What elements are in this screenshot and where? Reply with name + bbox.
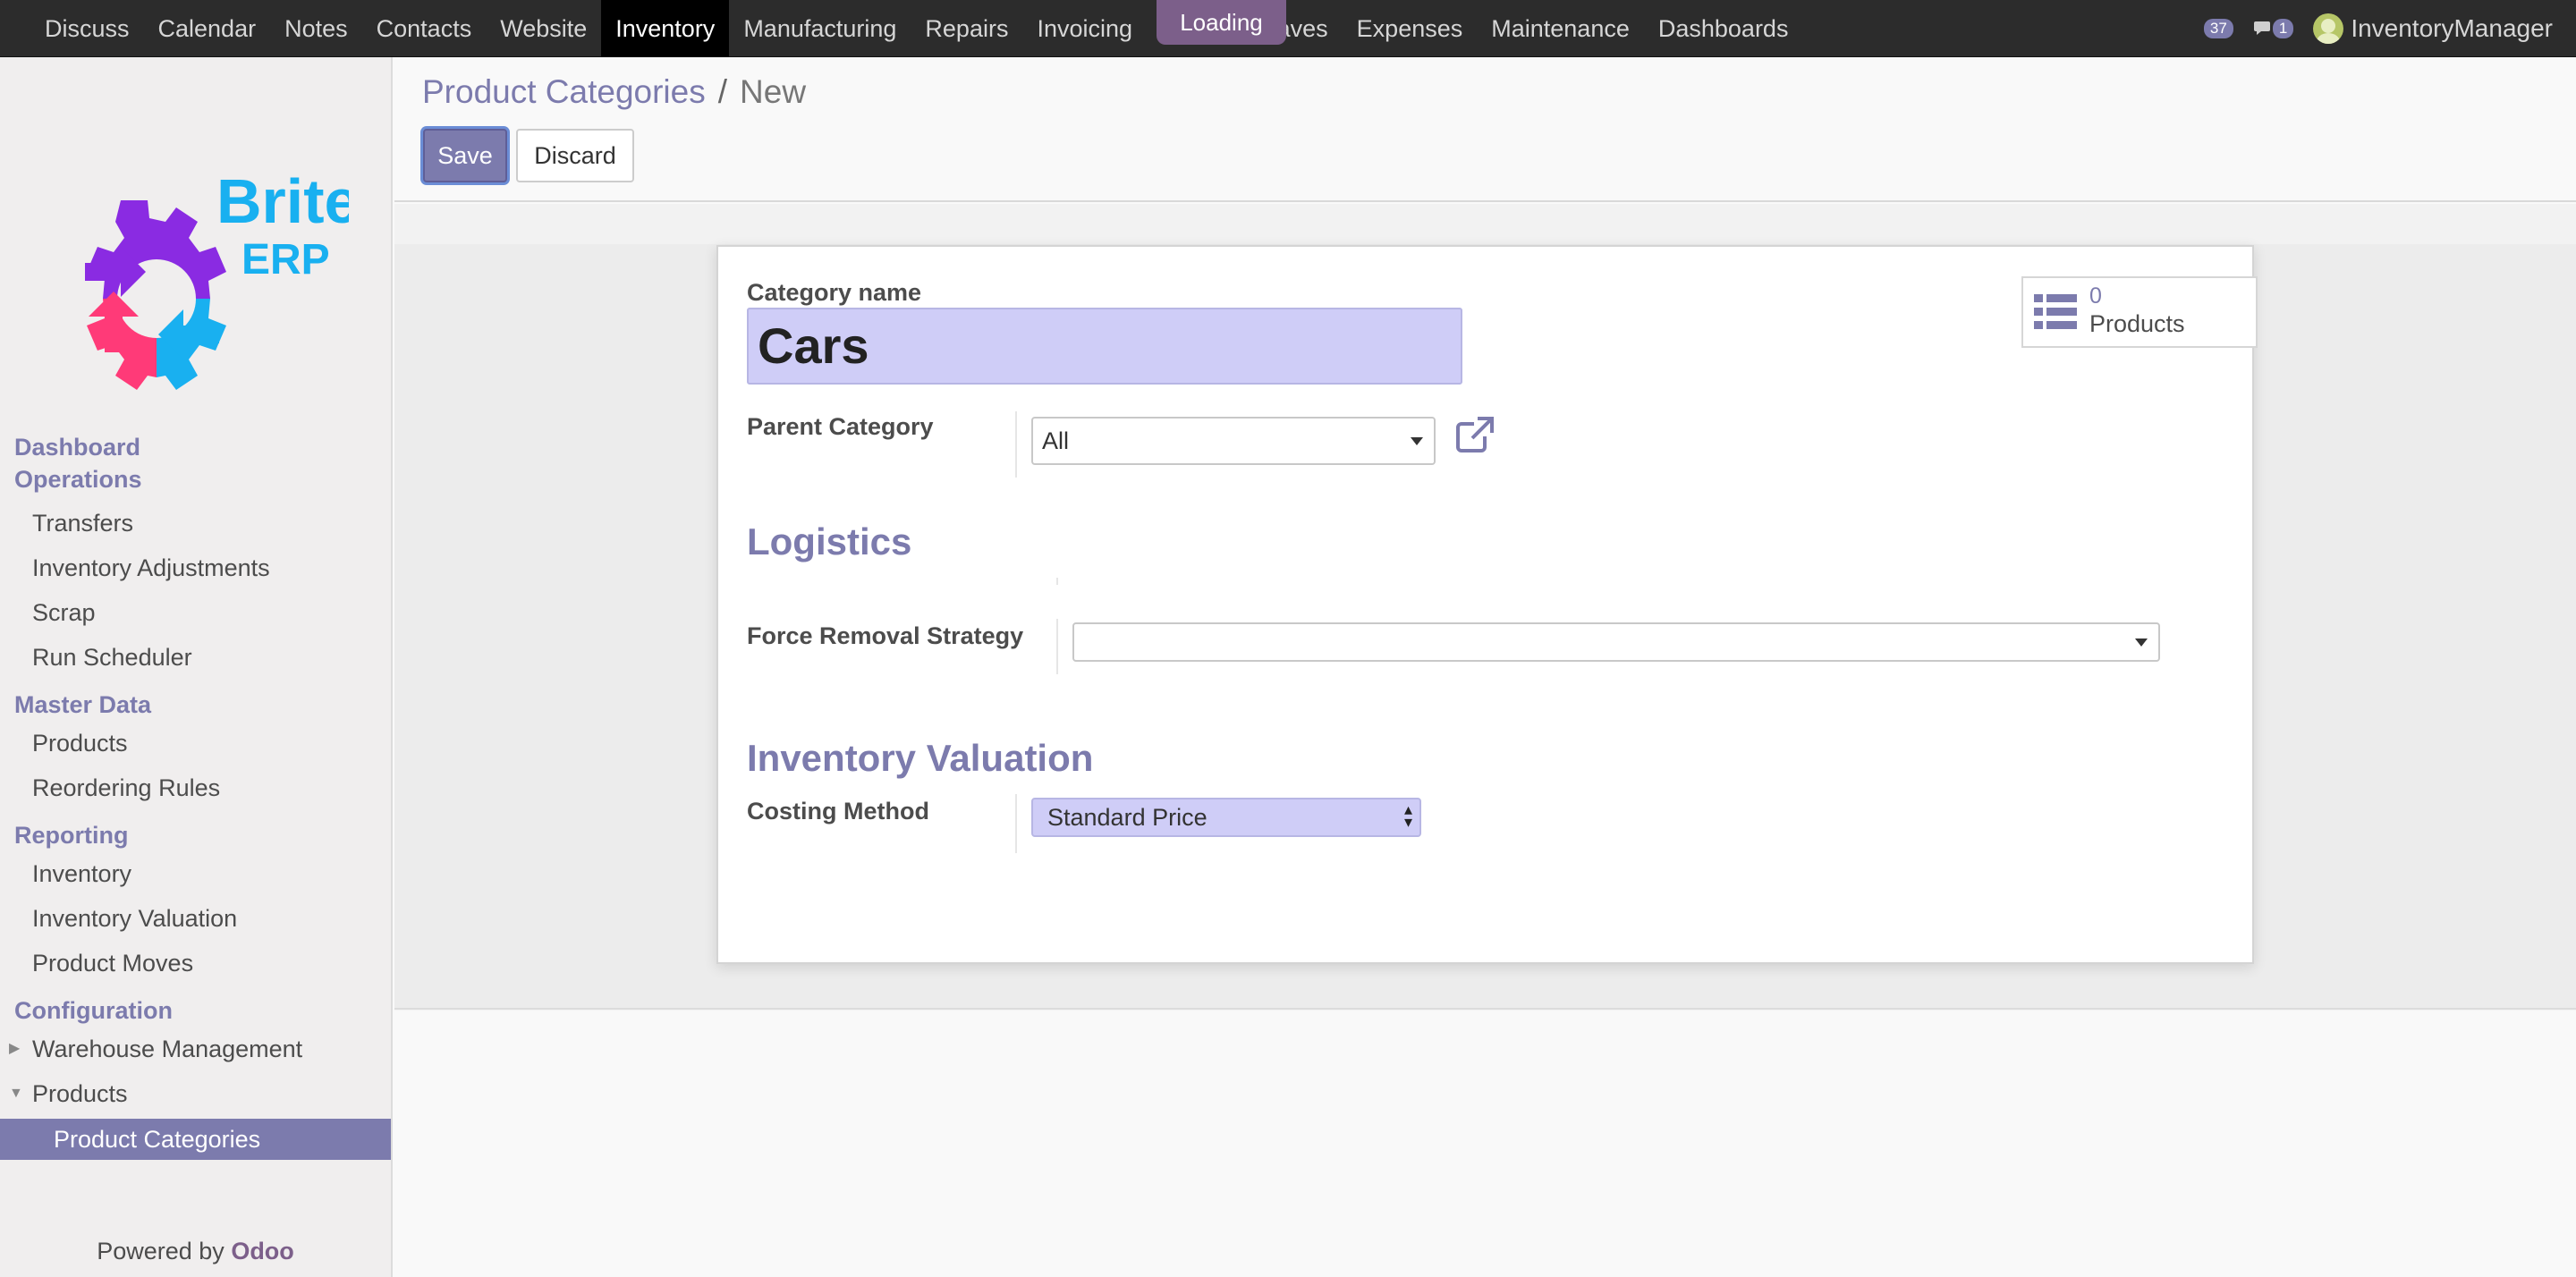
- sidebar-item-transfers[interactable]: Transfers: [0, 501, 391, 545]
- avatar[interactable]: [2313, 13, 2344, 44]
- sidebar-menu: Dashboard Operations Transfers Inventory A…: [0, 431, 391, 1160]
- top-navbar: Discuss Calendar Notes Contacts Website Inven…: [0, 0, 2576, 57]
- costing-method-label: Costing Method: [747, 798, 929, 825]
- caret-down-icon: ▼: [9, 1086, 23, 1101]
- sidebar-item-scrap[interactable]: Scrap: [0, 590, 391, 635]
- activity-badge[interactable]: 37: [2203, 19, 2233, 38]
- app-menu-item-invoicing[interactable]: Invoicing: [1022, 0, 1147, 57]
- divider: [1056, 619, 1058, 674]
- app-menu-item-notes[interactable]: Notes: [270, 0, 362, 57]
- sidebar-item-product-moves[interactable]: Product Moves: [0, 941, 391, 985]
- app-menu-item-manufacturing[interactable]: Manufacturing: [729, 0, 911, 57]
- caret-right-icon: ▶: [9, 1041, 21, 1056]
- sidebar-section-dashboard-operations[interactable]: Dashboard Operations: [0, 431, 179, 495]
- chevron-down-icon: [1411, 437, 1423, 445]
- loading-indicator: Loading: [1157, 0, 1286, 45]
- sidebar-section-reporting[interactable]: Reporting: [0, 819, 391, 851]
- breadcrumb: Product Categories / New: [422, 73, 806, 111]
- products-stat-button[interactable]: 0 Products: [2021, 276, 2258, 348]
- sidebar-item-inventory-valuation[interactable]: Inventory Valuation: [0, 896, 391, 941]
- divider: [1015, 411, 1017, 478]
- chevron-down-icon: [2135, 638, 2148, 647]
- products-count: 0: [2089, 283, 2102, 309]
- list-icon: [2034, 294, 2077, 329]
- breadcrumb-current: New: [740, 73, 807, 110]
- inventory-valuation-title: Inventory Valuation: [747, 737, 1094, 779]
- app-menu-item-contacts[interactable]: Contacts: [362, 0, 487, 57]
- removal-strategy-select[interactable]: [1072, 622, 2160, 662]
- form-sheet: 0 Products Category name Cars Parent Cat…: [716, 245, 2258, 964]
- divider: [1015, 794, 1017, 853]
- breadcrumb-parent[interactable]: Product Categories: [422, 73, 706, 110]
- category-name-input[interactable]: Cars: [747, 308, 1462, 385]
- app-menu-item-website[interactable]: Website: [486, 0, 601, 57]
- chat-icon[interactable]: [2253, 19, 2278, 38]
- app-menu-item-repairs[interactable]: Repairs: [911, 0, 1022, 57]
- app-menu: Discuss Calendar Notes Contacts Website Inven…: [30, 0, 1802, 57]
- save-button[interactable]: Save: [423, 129, 507, 182]
- user-name[interactable]: InventoryManager: [2351, 14, 2553, 43]
- control-panel: Product Categories / New Save Discard: [394, 57, 2576, 202]
- sidebar-item-inventory-adjustments[interactable]: Inventory Adjustments: [0, 545, 391, 590]
- app-menu-item-expenses[interactable]: Expenses: [1343, 0, 1478, 57]
- powered-by: Powered by Odoo: [97, 1238, 294, 1264]
- external-link-icon[interactable]: [1456, 417, 1494, 457]
- odoo-link[interactable]: Odoo: [231, 1238, 293, 1264]
- costing-method-select[interactable]: Standard Price ▴ ▾: [1031, 798, 1421, 837]
- app-menu-item-calendar[interactable]: Calendar: [144, 0, 271, 57]
- products-label: Products: [2089, 310, 2185, 337]
- breadcrumb-separator: /: [717, 73, 728, 110]
- sidebar-item-products[interactable]: ▼ Products: [0, 1071, 391, 1116]
- sidebar-item-run-scheduler[interactable]: Run Scheduler: [0, 635, 391, 680]
- logistics-title: Logistics: [747, 520, 912, 562]
- updown-icon: ▴ ▾: [1403, 800, 1412, 831]
- discard-button[interactable]: Discard: [516, 129, 634, 182]
- svg-text:ERP: ERP: [242, 236, 330, 283]
- svg-text:Brite: Brite: [216, 166, 349, 236]
- category-name-label: Category name: [747, 279, 922, 306]
- sidebar-section-configuration[interactable]: Configuration: [0, 994, 391, 1027]
- sidebar-item-warehouse-management[interactable]: ▶ Warehouse Management: [0, 1027, 391, 1071]
- sidebar-item-products[interactable]: Products: [0, 721, 391, 765]
- sidebar-item-reordering-rules[interactable]: Reordering Rules: [0, 765, 391, 810]
- sidebar-section-master-data[interactable]: Master Data: [0, 689, 391, 721]
- app-menu-item-inventory[interactable]: Inventory: [601, 0, 730, 57]
- sidebar-item-product-categories[interactable]: Product Categories: [0, 1119, 391, 1160]
- divider: [1056, 578, 1058, 585]
- app-menu-item-discuss[interactable]: Discuss: [30, 0, 144, 57]
- app-menu-item-dashboards[interactable]: Dashboards: [1644, 0, 1803, 57]
- parent-category-select[interactable]: All: [1031, 417, 1436, 465]
- app-menu-item-maintenance[interactable]: Maintenance: [1477, 0, 1644, 57]
- removal-strategy-label: Force Removal Strategy: [747, 622, 1024, 649]
- sidebar: Brite ERP Dashboard Operations Transfers I…: [0, 57, 393, 1277]
- brite-erp-logo[interactable]: Brite ERP: [45, 129, 359, 415]
- sidebar-item-inventory[interactable]: Inventory: [0, 851, 391, 896]
- systray: 37 1 InventoryManager: [2203, 0, 2553, 57]
- parent-category-label: Parent Category: [747, 413, 934, 440]
